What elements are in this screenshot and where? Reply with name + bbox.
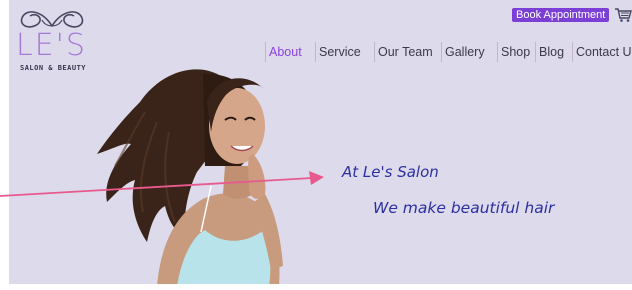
bottom-margin — [0, 284, 632, 290]
page: LE'S SALON & BEAUTY Book Appointment Abo… — [0, 0, 632, 290]
annotation-arrow-icon — [0, 171, 324, 197]
brand-subtitle: SALON & BEAUTY — [20, 64, 87, 72]
nav-item-our-team[interactable]: Our Team — [374, 42, 441, 62]
hero-tagline-primary: At Le's Salon — [342, 163, 439, 181]
nav-item-shop[interactable]: Shop — [497, 42, 535, 62]
nav-item-service[interactable]: Service — [315, 42, 374, 62]
nav-item-contact-us[interactable]: Contact Us — [572, 42, 632, 62]
nav-item-about[interactable]: About — [265, 42, 315, 62]
main-nav: About Service Our Team Gallery Shop Blog… — [265, 42, 632, 62]
brand-name: LE'S — [16, 28, 87, 63]
cart-icon[interactable] — [614, 7, 632, 23]
left-margin — [0, 0, 9, 290]
brand-logo[interactable]: LE'S SALON & BEAUTY — [16, 6, 88, 72]
nav-item-blog[interactable]: Blog — [535, 42, 572, 62]
hero-tagline-secondary: We make beautiful hair — [373, 199, 555, 217]
nav-item-gallery[interactable]: Gallery — [441, 42, 497, 62]
book-appointment-button[interactable]: Book Appointment — [512, 8, 610, 22]
